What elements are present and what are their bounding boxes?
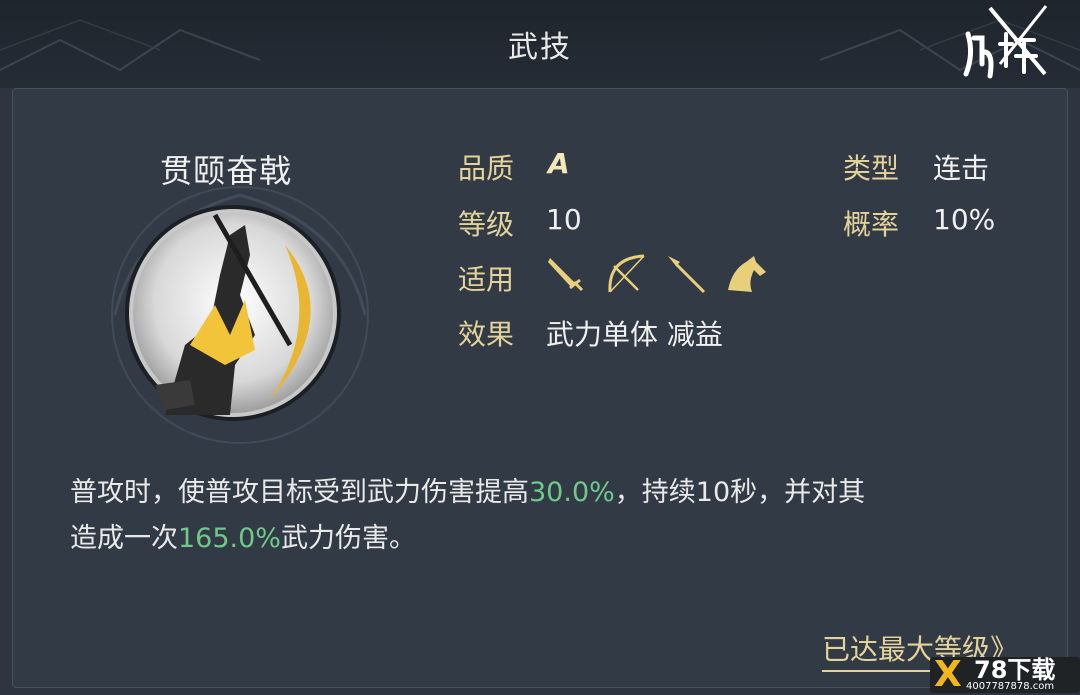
applicable-label: 适用 — [458, 263, 515, 296]
bow-icon — [608, 254, 645, 293]
type-label: 类型 — [843, 152, 900, 185]
desc-text-2: ，持续10秒，并对其 — [614, 477, 866, 508]
effect-value: 武力单体 减益 — [546, 318, 723, 351]
desc-text-3: 造成一次 — [70, 523, 178, 554]
sword-icon — [548, 258, 584, 292]
quality-label: 品质 — [458, 152, 515, 185]
effect-label: 效果 — [458, 318, 515, 351]
level-value: 10 — [546, 203, 582, 236]
watermark-url: 4007787878.com — [966, 681, 1055, 692]
watermark-x-icon: X — [934, 654, 962, 695]
chance-label: 概率 — [843, 208, 900, 241]
skill-emblem — [111, 186, 369, 444]
quality-value: A — [548, 147, 570, 180]
page-title: 武技 — [508, 30, 572, 65]
chance-value: 10% — [933, 203, 996, 236]
watermark-text: 78下载 — [974, 656, 1056, 684]
desc-value-2: 165.0% — [178, 523, 281, 554]
skill-description: 普攻时，使普攻目标受到武力伤害提高30.0%，持续10秒，并对其造成一次165.… — [70, 470, 1010, 562]
site-watermark: X 78下载 4007787878.com — [930, 654, 1080, 695]
game-logo — [963, 5, 1048, 79]
type-value: 连击 — [933, 152, 990, 185]
desc-text-1: 普攻时，使普攻目标受到武力伤害提高 — [70, 477, 529, 508]
desc-text-4: 武力伤害。 — [280, 523, 416, 554]
level-label: 等级 — [458, 208, 515, 241]
desc-value-1: 30.0% — [529, 477, 615, 508]
horse-icon — [728, 256, 766, 292]
header-bar: 武技 — [0, 0, 1080, 88]
spear-icon — [668, 256, 706, 294]
